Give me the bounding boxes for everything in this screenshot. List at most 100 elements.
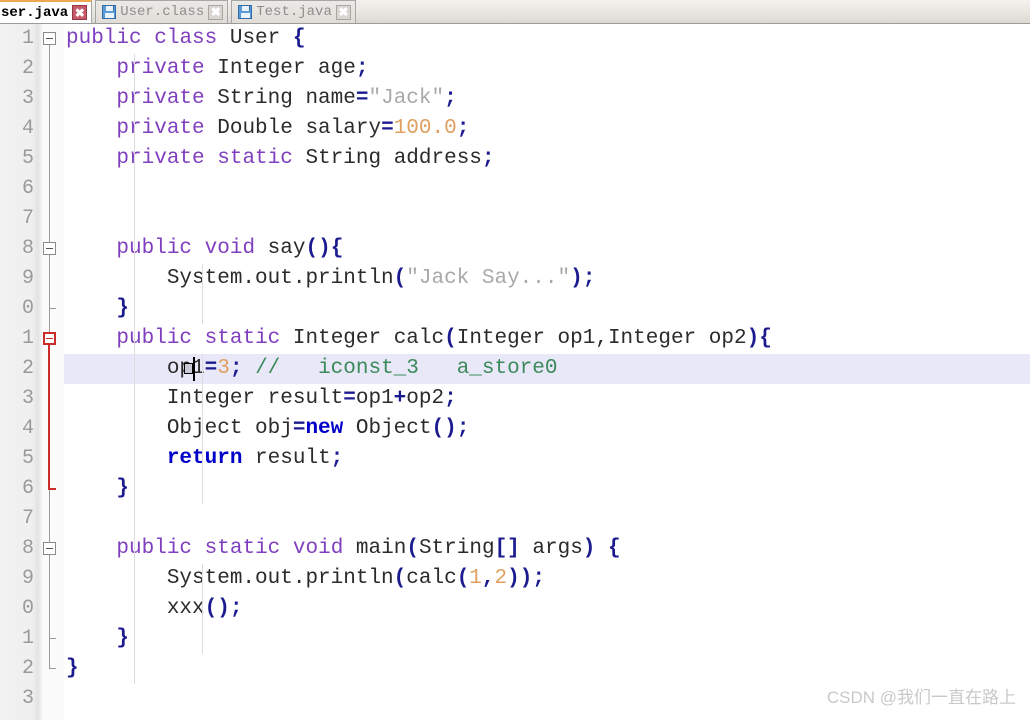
code-token: static: [217, 147, 293, 170]
code-token: User: [217, 27, 293, 50]
code-token: =: [343, 387, 356, 410]
code-line[interactable]: System.out.println("Jack Say...");: [64, 264, 1030, 294]
code-token: public: [116, 237, 193, 260]
code-line[interactable]: public class User {: [64, 24, 1030, 54]
code-line[interactable]: System.out.println(calc(1,2));: [64, 564, 1030, 594]
close-icon[interactable]: ✖: [335, 4, 351, 20]
fold-collapse-icon[interactable]: [43, 332, 56, 345]
fold-range-end: [48, 488, 56, 490]
code-token: =: [381, 117, 394, 140]
code-token: String address: [292, 147, 482, 170]
code-token: static: [204, 327, 281, 350]
code-token: System.out.println: [66, 267, 394, 290]
code-token: Object: [343, 417, 432, 440]
code-token: ): [746, 327, 760, 350]
fold-range-line: [49, 554, 50, 638]
close-icon[interactable]: ✖: [208, 4, 224, 20]
tab-user-class[interactable]: User.class ✖: [95, 0, 229, 23]
code-token: static: [204, 537, 281, 560]
code-token: {: [759, 327, 772, 350]
code-token: (: [393, 567, 407, 590]
code-token: 3: [217, 357, 230, 380]
code-token: System.out.println: [66, 567, 394, 590]
fold-collapse-icon[interactable]: [43, 542, 56, 555]
line-number: 7: [21, 507, 34, 530]
code-token: ,: [481, 567, 495, 590]
code-token: ;: [444, 87, 457, 110]
code-token: +: [393, 387, 407, 410]
code-token: {: [292, 27, 306, 50]
fold-collapse-icon[interactable]: [43, 242, 56, 255]
code-line[interactable]: }: [64, 654, 1030, 684]
line-number-gutter[interactable]: 1 2 3 4 5 6 7 8 9 0 1 2 3 4 5 6 7 8 9 0 1 2 3: [0, 24, 38, 720]
fold-range-line: [49, 254, 50, 308]
code-token: private: [116, 117, 205, 140]
fold-range-line: [48, 344, 50, 488]
code-line[interactable]: [64, 204, 1030, 234]
code-token: public: [116, 327, 193, 350]
code-line[interactable]: public void say(){: [64, 234, 1030, 264]
indent-guide: [134, 54, 135, 684]
tab-label: User.class: [120, 4, 205, 20]
fold-range-end: [49, 668, 56, 669]
editor-tab-bar: ser.java ✖ User.class ✖ Test.java ✖: [0, 0, 1030, 24]
code-token: (): [305, 237, 331, 260]
code-token: private: [116, 87, 205, 110]
code-line[interactable]: return result;: [64, 444, 1030, 474]
code-token: calc: [406, 567, 457, 590]
code-token: Object obj: [66, 417, 293, 440]
code-token: // iconst_3 a_store0: [255, 357, 558, 380]
code-token: String: [418, 537, 495, 560]
code-token: op2: [406, 387, 445, 410]
floppy-disk-icon: [238, 5, 253, 19]
tab-user-java[interactable]: ser.java ✖: [0, 0, 93, 23]
code-line[interactable]: private static String address;: [64, 144, 1030, 174]
code-token: ;: [330, 447, 344, 470]
fold-range-end: [49, 308, 56, 309]
line-number: 4: [21, 417, 34, 440]
code-line[interactable]: private Double salary=100.0;: [64, 114, 1030, 144]
code-token: ;: [229, 357, 243, 380]
text-caret: [193, 357, 195, 381]
line-number: 6: [21, 477, 34, 500]
code-token: public: [116, 537, 193, 560]
code-line[interactable]: }: [64, 294, 1030, 324]
code-line[interactable]: op1=3; // iconst_3 a_store0: [64, 354, 1030, 384]
code-line[interactable]: private Integer age;: [64, 54, 1030, 84]
code-token: op1: [355, 387, 394, 410]
code-line[interactable]: public static Integer calc(Integer op1,I…: [64, 324, 1030, 354]
code-token: Double salary: [204, 117, 382, 140]
close-icon[interactable]: ✖: [72, 5, 88, 20]
code-token: args: [519, 537, 583, 560]
code-token: 100.0: [393, 117, 457, 140]
code-token: say: [255, 237, 306, 260]
code-text-area[interactable]: public class User { private Integer age;…: [64, 24, 1030, 720]
fold-collapse-icon[interactable]: [43, 32, 56, 45]
line-number: 2: [21, 357, 34, 380]
code-line[interactable]: xxx();: [64, 594, 1030, 624]
code-token: ): [582, 537, 596, 560]
code-line[interactable]: }: [64, 624, 1030, 654]
line-number: 6: [21, 177, 34, 200]
code-line[interactable]: Integer result=op1+op2;: [64, 384, 1030, 414]
code-line[interactable]: [64, 174, 1030, 204]
floppy-disk-icon: [102, 5, 117, 19]
code-line[interactable]: private String name="Jack";: [64, 84, 1030, 114]
code-token: ;: [582, 267, 596, 290]
tab-label: ser.java: [1, 4, 69, 21]
caret-handle[interactable]: [184, 363, 193, 374]
code-token: ;: [456, 417, 470, 440]
code-folding-column[interactable]: [38, 24, 64, 720]
code-line[interactable]: }: [64, 474, 1030, 504]
code-line[interactable]: [64, 504, 1030, 534]
code-line[interactable]: public static void main(String[] args) {: [64, 534, 1030, 564]
code-line[interactable]: Object obj=new Object();: [64, 414, 1030, 444]
tab-test-java[interactable]: Test.java ✖: [231, 0, 356, 23]
